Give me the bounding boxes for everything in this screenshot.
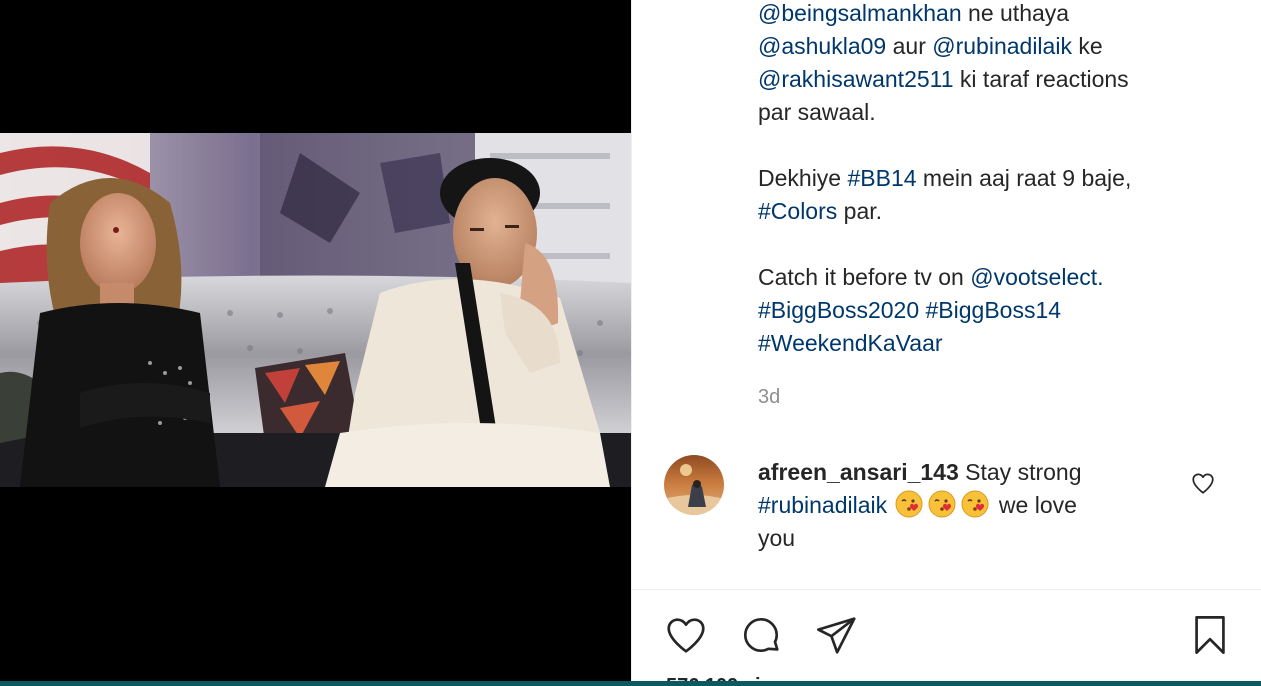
instagram-post-view: @beingsalmankhan ne uthaya @ashukla09 au… [0,0,1261,686]
caption-line: Dekhiye #BB14 mein aaj raat 9 baje, [758,162,1198,195]
post-media[interactable] [0,0,631,686]
hashtag-link[interactable]: #BiggBoss2020 [758,297,919,323]
caption-line: @beingsalmankhan ne uthaya [758,0,1198,30]
caption-line: @rakhisawant2511 ki taraf reactions [758,63,1198,96]
mention-link[interactable]: @rubinadilaik [932,33,1072,59]
hashtag-link[interactable]: #WeekendKaVaar [758,330,943,356]
post-timestamp[interactable]: 3d [758,386,780,409]
caption-text: ki taraf reactions [953,66,1129,92]
bottom-scroll-bar [0,681,1261,686]
caption-line: #WeekendKaVaar [758,327,1198,360]
kissing-face-heart-icon [960,490,993,518]
caption-text: par sawaal. [758,99,876,125]
caption-line: @ashukla09 aur @rubinadilaik ke [758,30,1198,63]
divider [632,589,1261,590]
caption-text: Dekhiye [758,165,848,191]
hashtag-link[interactable]: #rubinadilaik [758,492,887,518]
mention-link[interactable]: @vootselect. [970,264,1103,290]
caption-text: aur [886,33,933,59]
mention-link[interactable]: @rakhisawant2511 [758,66,954,92]
comment-item: afreen_ansari_143 Stay strong #rubinadil… [664,455,1224,565]
like-button[interactable] [663,612,709,658]
video-still-image [0,133,631,487]
bookmark-icon [1195,616,1225,654]
share-button[interactable] [813,612,859,658]
hashtag-link[interactable]: #BB14 [847,165,916,191]
caption-text: mein aaj raat 9 baje, [916,165,1132,191]
hashtag-link[interactable]: #BiggBoss14 [926,297,1062,323]
comment-text-part: we love [992,492,1077,518]
commenter-avatar[interactable] [664,455,724,515]
caption-text: par. [837,198,883,224]
caption-line: #BiggBoss2020 #BiggBoss14 [758,294,1198,327]
comment-text-part: you [758,525,796,551]
caption-text: Catch it before tv on [758,264,971,290]
avatar-image [664,455,724,515]
kissing-face-heart-icon [894,490,927,518]
save-button[interactable] [1187,612,1233,658]
kissing-face-heart-icon [927,490,960,518]
comment-text: afreen_ansari_143 Stay strong #rubinadil… [758,456,1138,555]
caption-text: ne uthaya [961,0,1070,26]
caption-text: ke [1071,33,1103,59]
mention-link[interactable]: @beingsalmankhan [758,0,962,26]
hashtag-link[interactable]: #Colors [758,198,837,224]
heart-icon [1192,473,1214,494]
caption-line: Catch it before tv on @vootselect. [758,261,1198,294]
caption-line: #Colors par. [758,195,1198,228]
post-caption: @beingsalmankhan ne uthaya @ashukla09 au… [758,0,1198,360]
comment-username[interactable]: afreen_ansari_143 [758,459,959,485]
caption-line: par sawaal. [758,96,1198,129]
comment-text-part: Stay strong [958,459,1082,485]
paper-plane-icon [817,617,856,654]
video-frame[interactable] [0,133,631,487]
comment-button[interactable] [738,612,784,658]
mention-link[interactable]: @ashukla09 [758,33,886,59]
post-details-panel: @beingsalmankhan ne uthaya @ashukla09 au… [631,0,1261,686]
comment-icon [743,617,779,653]
heart-icon [667,618,705,653]
comment-like-button[interactable] [1190,470,1216,496]
